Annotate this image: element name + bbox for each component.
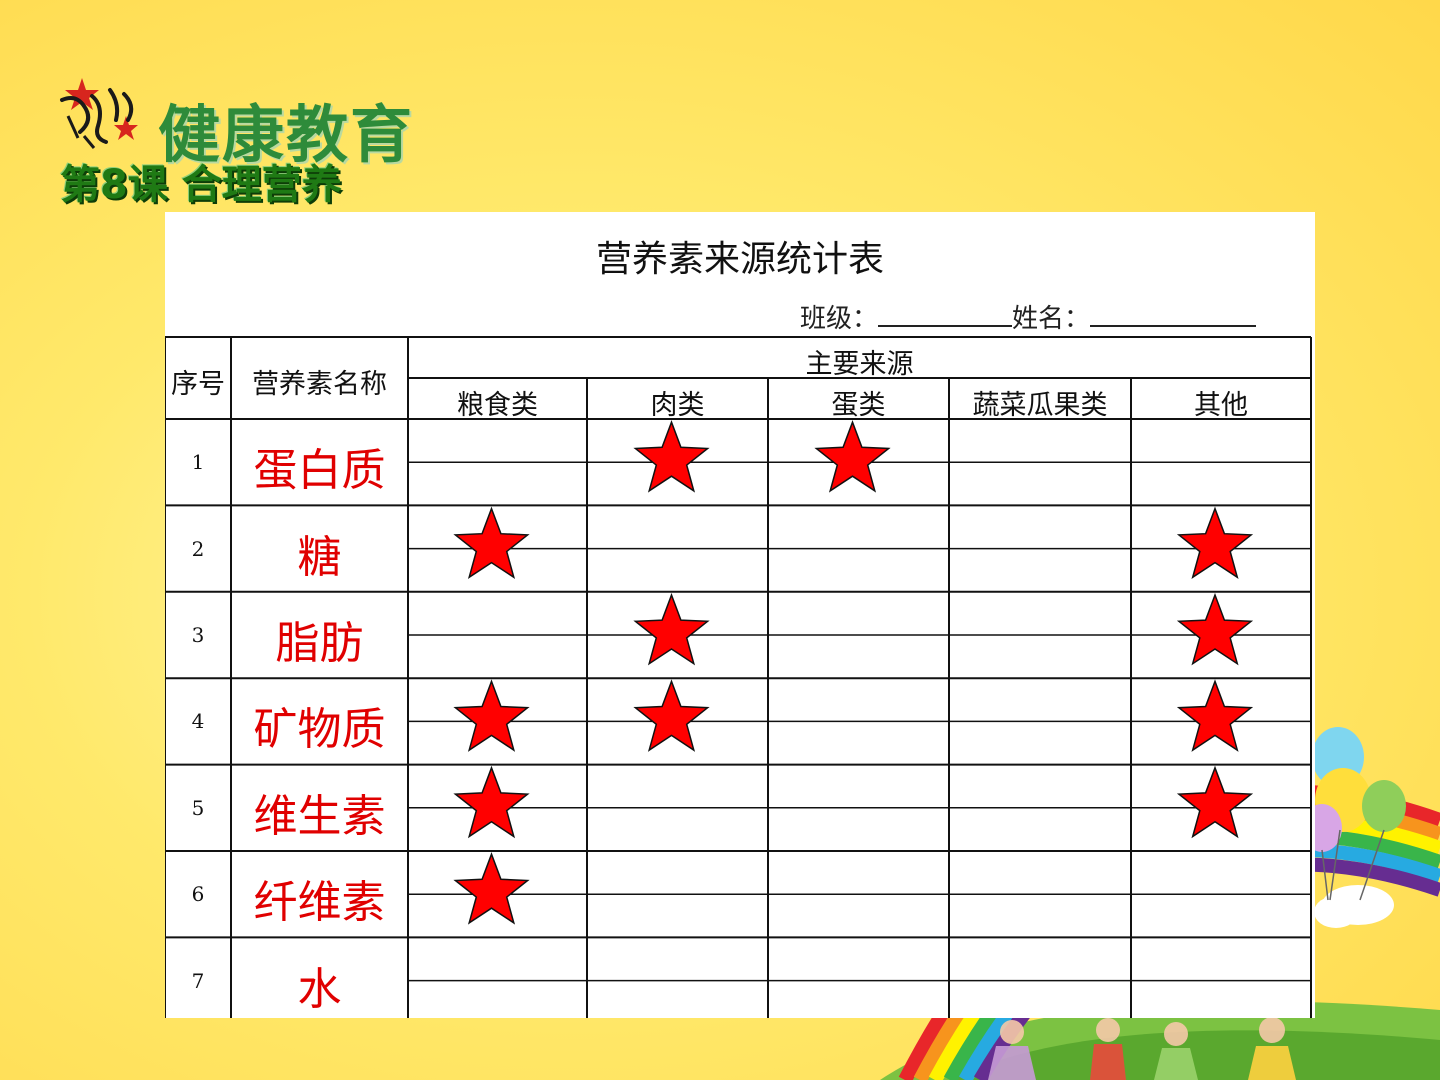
star-icon [453,679,530,752]
header-source-egg: 蛋类 [831,390,886,421]
nutrient-name: 水 [297,963,342,1015]
logo-emblem-icon [60,78,138,149]
star-icon [1176,506,1254,580]
row-index: 1 [191,450,205,475]
row-index: 7 [191,968,205,993]
nutrient-name: 脂肪 [275,618,364,669]
lesson-title: 第8课 合理营养 [60,162,342,208]
row-index: 2 [191,536,205,561]
star-icon [453,852,530,925]
star-icon [453,506,530,580]
star-icon [633,420,710,493]
nutrient-name: 维生素 [253,790,386,842]
row-index: 4 [191,709,205,734]
header-index: 序号 [171,369,225,400]
row-index: 3 [191,623,205,647]
row-index: 5 [191,795,205,820]
header-nutrient: 营养素名称 [252,369,387,400]
header-source-grain: 粮食类 [457,390,538,421]
nutrient-name: 蛋白质 [253,445,386,497]
star-icon [453,765,530,839]
nutrient-name: 糖 [297,531,342,583]
nutrient-name: 矿物质 [253,704,386,756]
star-icon [814,420,891,493]
nutrient-name: 纤维素 [253,877,386,929]
star-icon [1176,765,1254,839]
nutrient-table-sheet: 营养素来源统计表 班级： 姓名： 序号 营养素名称 主要来源 粮食类 肉类 蛋类 … [165,212,1315,1018]
header-source-vegetable-fruit: 蔬菜瓜果类 [972,390,1108,421]
star-icon [1176,592,1254,666]
row-index: 6 [191,882,205,907]
star-icon [1176,679,1254,752]
header-main-source: 主要来源 [805,349,914,380]
star-icon [633,679,710,752]
header-source-meat: 肉类 [650,390,705,421]
star-icon [633,592,710,666]
header-source-other: 其他 [1194,390,1248,421]
